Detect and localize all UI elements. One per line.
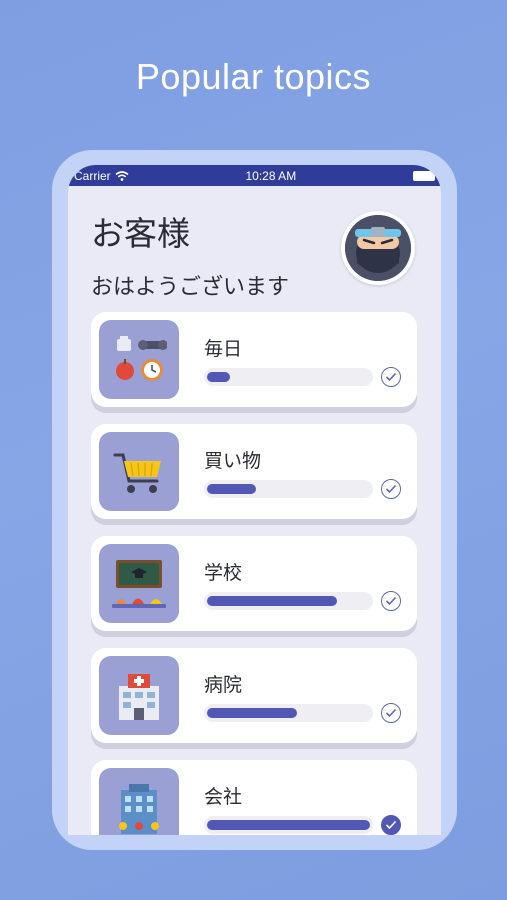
topic-card-school[interactable]: 学校 [91,536,417,631]
topic-label: 毎日 [204,338,243,360]
topic-card-shopping[interactable]: 買い物 [91,424,417,519]
progress-fill [207,484,256,494]
topic-card-office[interactable]: 会社 [91,760,417,835]
progress-bar [204,592,373,610]
check-circle-icon [381,479,401,499]
progress-fill [207,372,230,382]
hospital-icon [99,656,179,735]
status-bar: Carrier 10:28 AM [68,165,441,186]
progress-bar [204,368,373,386]
phone-frame: Carrier 10:28 AM お客様 おはようございます 毎日 買い物 学校… [52,150,457,850]
progress-bar [204,704,373,722]
office-building-icon [99,768,179,835]
progress-bar [204,816,373,834]
ninja-avatar-icon [345,215,411,281]
topic-label: 病院 [204,674,243,696]
classroom-icon [99,544,179,623]
daily-routine-icon [99,320,179,399]
carrier-label: Carrier [74,168,111,183]
greeting-title: お客様 [91,214,190,253]
topic-card-daily[interactable]: 毎日 [91,312,417,407]
check-circle-icon [381,703,401,723]
topic-label: 買い物 [204,450,262,472]
greeting-subtitle: おはようございます [91,275,290,300]
phone-screen: Carrier 10:28 AM お客様 おはようございます 毎日 買い物 学校… [68,165,441,835]
check-circle-icon [381,367,401,387]
progress-bar [204,480,373,498]
progress-fill [207,596,337,606]
headline: Popular topics [135,56,372,97]
topic-label: 学校 [204,562,243,584]
wifi-icon [115,170,129,181]
avatar[interactable] [341,211,415,285]
topic-label: 会社 [204,786,243,808]
battery-icon [413,170,438,181]
topic-card-hospital[interactable]: 病院 [91,648,417,743]
check-circle-icon [381,815,401,835]
progress-fill [207,708,297,718]
progress-fill [207,820,370,830]
check-circle-icon [381,591,401,611]
greeting: お客様 おはようございます [91,207,289,301]
status-time: 10:28 AM [245,168,297,183]
shopping-cart-icon [99,432,179,511]
